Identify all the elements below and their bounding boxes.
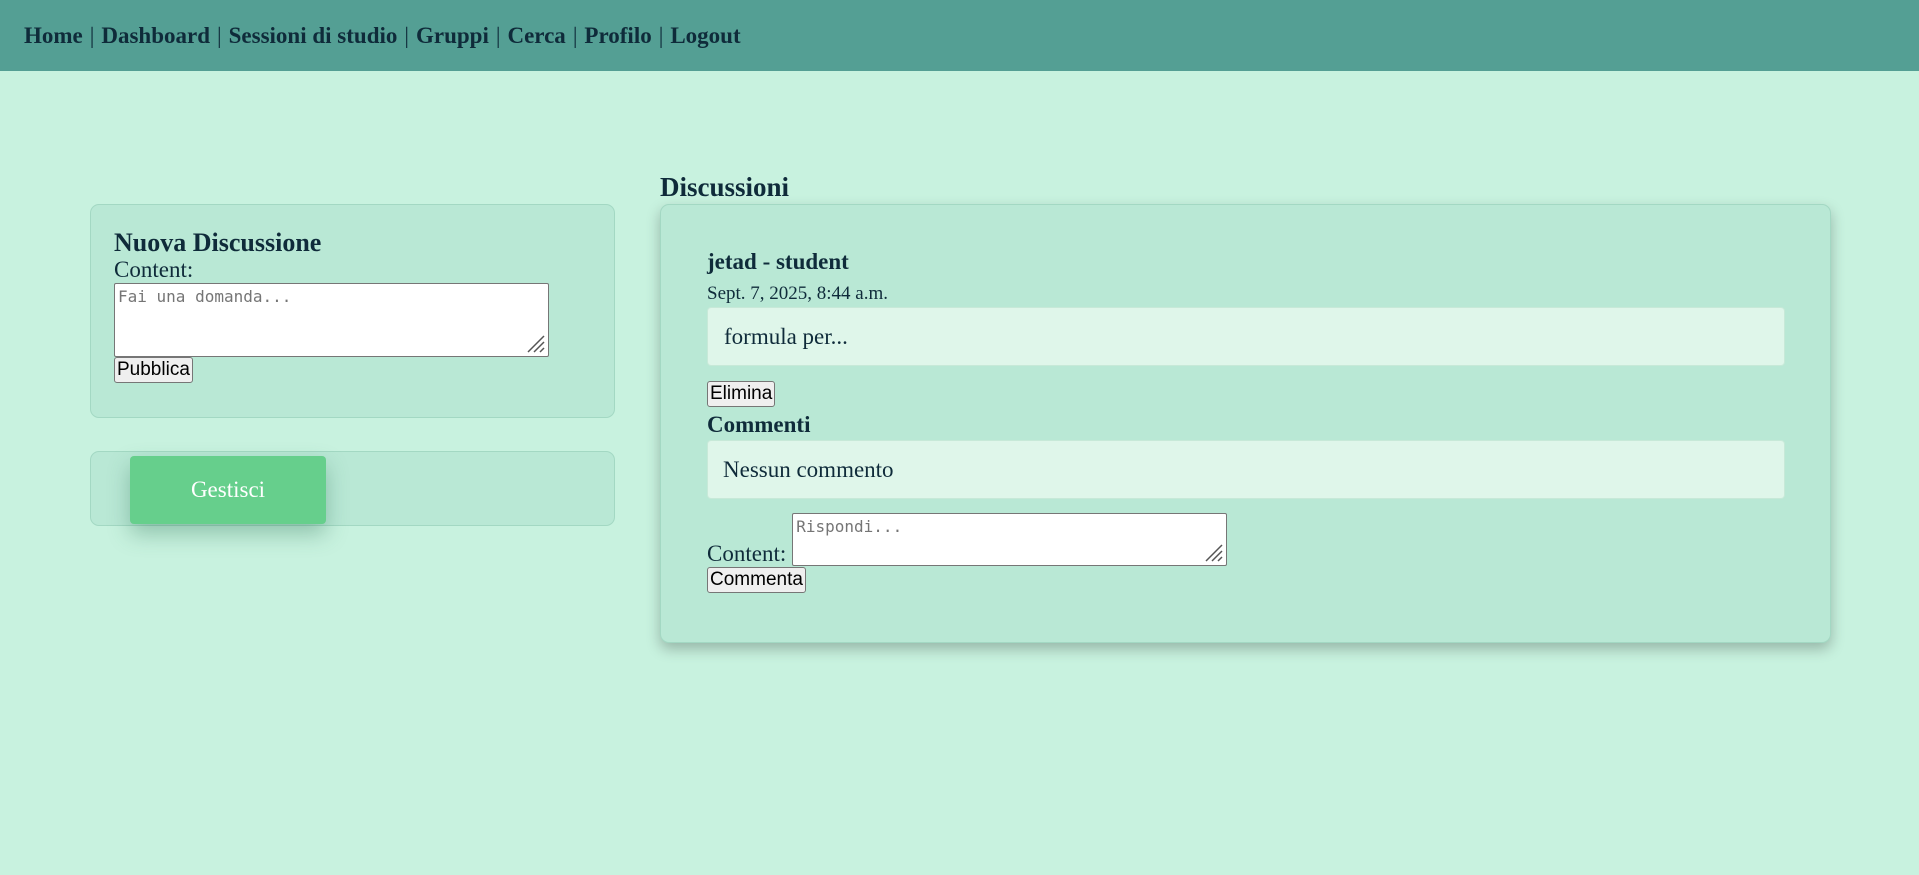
- content-label: Content:: [114, 257, 194, 282]
- discussion-card: jetad - student Sept. 7, 2025, 8:44 a.m.…: [660, 204, 1831, 643]
- nav-separator: |: [217, 22, 222, 48]
- discussions-section-title: Discussioni: [660, 172, 790, 202]
- new-discussion-panel: Nuova Discussione Content: Fai una doman…: [90, 204, 615, 418]
- new-discussion-placeholder: Fai una domanda...: [118, 287, 292, 306]
- nav-separator: |: [495, 22, 501, 48]
- comment-form: Content: Rispondi...: [707, 513, 1228, 566]
- post-content-text: formula per...: [724, 323, 848, 349]
- manage-button[interactable]: Gestisci: [130, 456, 326, 524]
- comments-title: Commenti: [707, 412, 811, 437]
- nav-logout-link[interactable]: Logout: [670, 23, 740, 49]
- delete-button[interactable]: Elimina: [707, 381, 776, 407]
- nav-separator: |: [658, 22, 664, 48]
- nav-study-sessions-link[interactable]: Sessioni di studio: [229, 23, 398, 49]
- post-author: jetad - student: [707, 249, 849, 274]
- nav-search-link[interactable]: Cerca: [507, 23, 565, 49]
- top-navbar: Home | Dashboard | Sessioni di studio | …: [0, 0, 1919, 71]
- resize-handle-icon[interactable]: [525, 333, 545, 353]
- new-discussion-textarea[interactable]: Fai una domanda...: [114, 283, 549, 357]
- post-content: formula per...: [707, 307, 1785, 366]
- nav-dashboard-link[interactable]: Dashboard: [101, 23, 210, 49]
- comment-submit-button[interactable]: Commenta: [707, 567, 806, 593]
- manage-panel: Gestisci: [90, 451, 615, 526]
- resize-handle-icon[interactable]: [1203, 542, 1223, 562]
- no-comments-text: Nessun commento: [723, 456, 894, 482]
- comment-textarea[interactable]: Rispondi...: [792, 513, 1228, 566]
- comment-placeholder: Rispondi...: [796, 517, 903, 536]
- nav-separator: |: [89, 22, 95, 48]
- nav-separator: |: [572, 22, 578, 48]
- publish-button[interactable]: Pubblica: [114, 357, 193, 383]
- nav-separator: |: [404, 22, 409, 48]
- nav-home-link[interactable]: Home: [24, 23, 83, 49]
- comment-content-label: Content:: [707, 541, 787, 566]
- nav-groups-link[interactable]: Gruppi: [416, 23, 489, 49]
- nav-profile-link[interactable]: Profilo: [584, 23, 651, 49]
- new-discussion-title: Nuova Discussione: [114, 228, 322, 257]
- comments-list: Nessun commento: [707, 440, 1785, 499]
- post-timestamp: Sept. 7, 2025, 8:44 a.m.: [707, 283, 889, 304]
